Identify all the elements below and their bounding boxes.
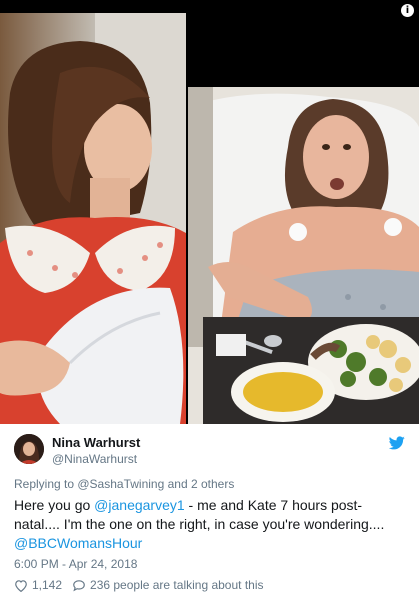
- author-handle[interactable]: @NinaWarhurst: [52, 452, 137, 466]
- avatar-illustration: [14, 434, 44, 464]
- tweet-text: Here you go @janegarvey1 - me and Kate 7…: [14, 496, 404, 553]
- media-area[interactable]: i: [0, 0, 419, 424]
- photo-left-illustration: [0, 13, 186, 424]
- mention-link-bbcwomanshour[interactable]: @BBCWomansHour: [14, 535, 142, 551]
- author-name[interactable]: Nina Warhurst: [52, 435, 140, 450]
- talking-count: 236 people are talking about this: [90, 578, 264, 592]
- like-button[interactable]: 1,142: [14, 578, 62, 592]
- tweet-timestamp[interactable]: 6:00 PM - Apr 24, 2018: [14, 557, 137, 571]
- reply-mention-link[interactable]: @SashaTwining: [77, 477, 164, 491]
- mention-link-janegarvey1[interactable]: @janegarvey1: [94, 497, 185, 513]
- like-count: 1,142: [32, 578, 63, 592]
- avatar[interactable]: [14, 434, 44, 464]
- reply-prefix: Replying to: [14, 477, 78, 491]
- heart-icon: [15, 579, 27, 592]
- talking-button[interactable]: 236 people are talking about this: [72, 578, 264, 592]
- tweet-text-part: Here you go: [14, 497, 95, 513]
- photo-right-illustration: [188, 87, 419, 424]
- tweet-card[interactable]: Nina Warhurst @NinaWarhurst Replying to …: [0, 424, 419, 598]
- tweet-actions: 1,142 236 people are talking about this: [14, 578, 274, 592]
- info-icon[interactable]: i: [401, 4, 414, 17]
- comment-bubble-icon: [73, 579, 85, 591]
- photo-left[interactable]: [0, 13, 186, 424]
- photo-right[interactable]: [188, 87, 419, 424]
- reply-suffix[interactable]: and 2 others: [164, 477, 235, 491]
- reply-context: Replying to @SashaTwining and 2 others: [14, 477, 234, 491]
- twitter-bird-icon[interactable]: [388, 436, 405, 455]
